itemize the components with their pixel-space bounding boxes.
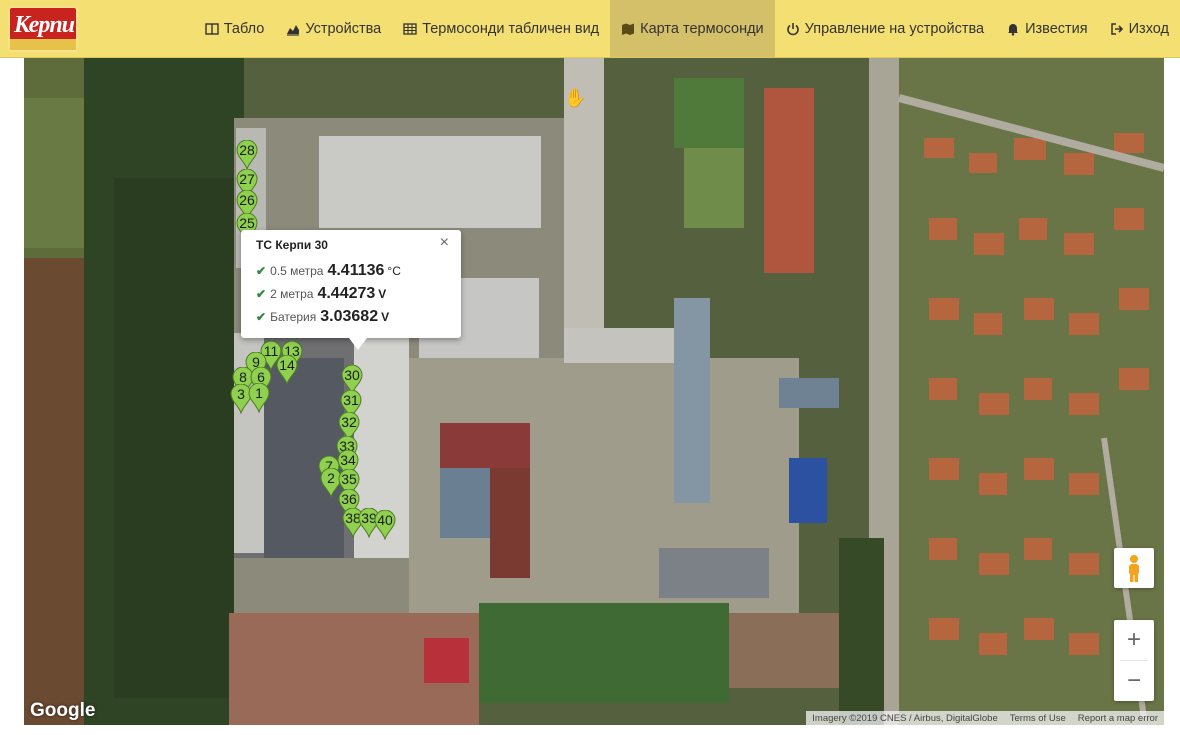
nav-item-notifications[interactable]: Известия [995,0,1099,57]
nav-item-label: Изход [1128,20,1169,37]
nav-item-label: Управление на устройства [804,20,985,37]
zoom-control: + − [1114,620,1154,701]
main-menu: Табло Устройства Термосонди табличен вид… [194,0,1180,57]
nav-item-label: Известия [1025,20,1088,37]
nav-item-label: Табло [223,20,265,37]
popup-row-battery: ✔ Батерия 3.03682 V [256,308,390,325]
nav-item-logout[interactable]: Изход [1099,0,1180,57]
brand-logo-text: Керпи [14,12,75,38]
close-icon[interactable]: × [440,234,449,252]
brand-logo[interactable]: Керпи [8,6,78,52]
hand-cursor-icon: ✋ [564,88,587,108]
check-icon: ✔ [256,287,267,301]
popup-title: ТС Керпи 30 [256,238,328,252]
probe-marker[interactable]: 28 [236,140,258,170]
nav-item-label: Карта термосонди [640,20,764,37]
zoom-in-button[interactable]: + [1114,620,1154,660]
sign-out-icon [1110,22,1123,35]
columns-icon [205,22,219,35]
nav-item-label: Термосонди табличен вид [422,20,600,37]
satellite-imagery [24,58,1164,725]
top-navbar: Керпи Табло Устройства Термосонди таблич… [0,0,1180,58]
probe-info-popup: ТС Керпи 30 × ✔ 0.5 метра 4.41136 °C ✔ 2 мет… [241,230,461,350]
bell-icon [1008,23,1019,36]
power-icon [786,22,799,35]
check-icon: ✔ [256,310,267,324]
nav-item-probes-map[interactable]: Карта термосонди [610,0,775,57]
street-view-pegman[interactable] [1114,548,1154,588]
pegman-icon [1129,555,1139,582]
nav-item-probes-table[interactable]: Термосонди табличен вид [392,0,610,57]
check-icon: ✔ [256,264,267,278]
probe-marker[interactable]: 40 [374,510,396,540]
table-icon [403,22,417,35]
probe-marker[interactable]: 1 [248,383,270,413]
popup-row-depth-05: ✔ 0.5 метра 4.41136 °C [256,262,401,279]
report-error-link[interactable]: Report a map error [1078,713,1158,724]
nav-item-devices[interactable]: Устройства [275,0,392,57]
area-chart-icon [287,24,300,36]
map-credits: Imagery ©2019 CNES / Airbus, DigitalGlob… [806,711,1164,725]
nav-item-dashboard[interactable]: Табло [194,0,276,57]
map-icon [622,23,635,35]
imagery-credit: Imagery ©2019 CNES / Airbus, DigitalGlob… [812,712,998,724]
terms-link[interactable]: Terms of Use [1010,713,1066,724]
google-logo[interactable]: Google [30,700,95,722]
satellite-map[interactable]: ✋ 28 27 26 25 11 13 14 9 8 6 3 1 30 31 3… [24,58,1164,725]
zoom-out-button[interactable]: − [1114,661,1154,701]
popup-row-depth-2: ✔ 2 метра 4.44273 V [256,285,387,302]
probe-marker[interactable]: 14 [276,355,298,385]
nav-item-label: Устройства [305,20,382,37]
nav-item-device-control[interactable]: Управление на устройства [775,0,995,57]
